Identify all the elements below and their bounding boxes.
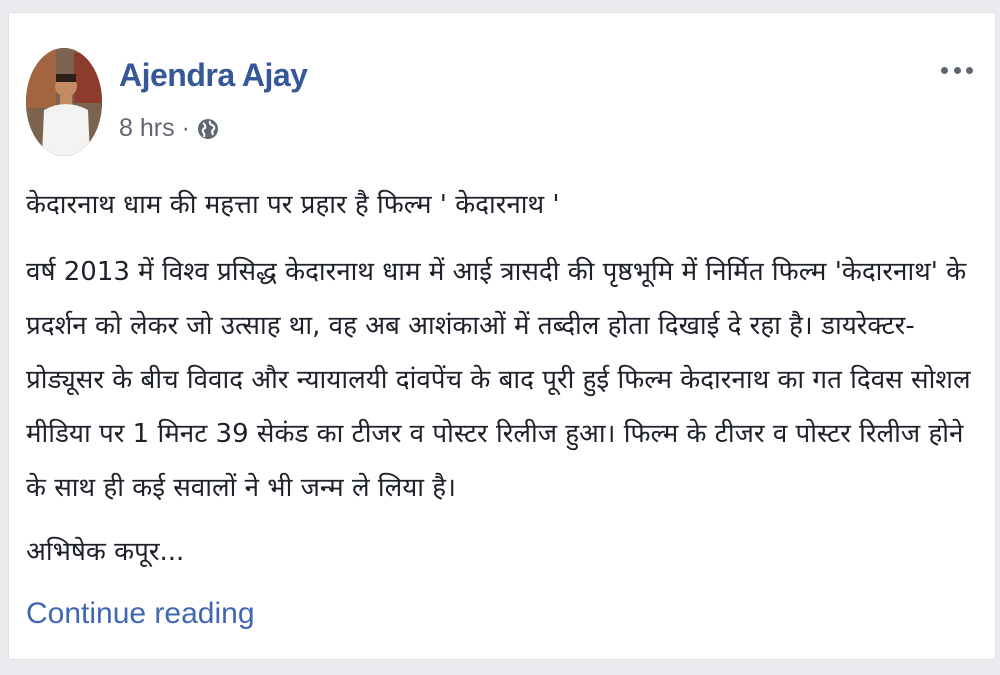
post-timestamp[interactable]: 8 hrs <box>119 114 175 143</box>
avatar-photo <box>26 48 102 156</box>
more-dot <box>953 66 961 74</box>
author-avatar[interactable] <box>26 48 102 156</box>
post-byline: अभिषेक कपूर... <box>26 537 185 567</box>
post-card: Ajendra Ajay 8 hrs · केदारनाथ धाम की महत… <box>8 12 996 660</box>
more-dot <box>941 66 948 74</box>
continue-reading-link[interactable]: Continue reading <box>26 597 255 631</box>
more-dot <box>966 66 973 74</box>
post-body: वर्ष 2013 में विश्व प्रसिद्ध केदारनाथ धा… <box>26 257 971 503</box>
post-meta: 8 hrs · <box>119 114 220 143</box>
more-options-icon[interactable] <box>941 63 973 77</box>
post-title: केदारनाथ धाम की महत्ता पर प्रहार है फिल्… <box>26 190 560 220</box>
meta-separator: · <box>181 114 190 142</box>
author-name[interactable]: Ajendra Ajay <box>119 57 308 94</box>
globe-icon[interactable] <box>196 117 220 141</box>
post-text: केदारनाथ धाम की महत्ता पर प्रहार है फिल्… <box>26 181 981 579</box>
